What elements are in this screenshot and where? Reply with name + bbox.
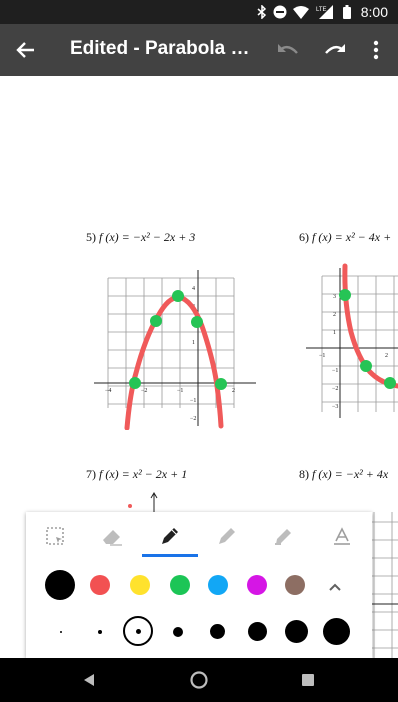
stroke-size-option[interactable] [98,630,102,634]
undo-button[interactable] [272,34,304,66]
stroke-size-option[interactable] [323,618,350,645]
text-tool[interactable] [326,520,358,552]
graph-5-xtick: −4 [105,388,111,394]
color-swatch-yellow[interactable] [130,575,150,595]
stroke-size-option[interactable] [248,622,267,641]
graph-5-ink-curve [124,294,224,430]
graph-8-partial [372,512,398,658]
stroke-size-option[interactable] [210,624,225,639]
graph-5: −4 −2 −1 2 4 3 2 1 −1 −2 [94,270,256,430]
problem-7-label: 7) f (x) = x² − 2x + 1 [86,467,188,481]
graph-5-xtick: −2 [141,388,147,394]
stroke-size-option[interactable] [285,620,308,643]
graph-6-ytick: −2 [332,386,338,392]
tool-row [26,512,372,558]
nav-back-button[interactable] [74,666,104,694]
stroke-size-option [136,629,141,634]
color-row [26,562,372,608]
redo-icon [325,44,345,54]
pen-palette [26,512,372,658]
wifi-icon [292,5,309,19]
graph-5-ytick: −2 [190,416,196,422]
pen-icon [162,528,178,544]
graph-6-ytick: 3 [333,294,336,300]
selected-tool-indicator [142,554,198,557]
color-swatch-red[interactable] [90,575,110,595]
do-not-disturb-icon [273,5,287,19]
graph-5-point [150,315,162,327]
graph-5-point [215,378,227,390]
text-icon [334,527,350,545]
graph-6-ytick: 2 [333,312,336,318]
pen-tool[interactable] [154,520,186,552]
eraser-icon [103,530,122,546]
graph-5-ytick: 1 [192,340,195,346]
more-options-button[interactable] [362,34,390,66]
problem-5-label: 5) f (x) = −x² − 2x + 3 [86,230,196,244]
graph-6-point [339,289,351,301]
select-area-tool[interactable] [39,520,71,552]
arrow-back-icon [16,42,34,58]
nav-back-icon [84,674,94,686]
graph-5-ytick: −1 [190,398,196,404]
status-time: 8:00 [360,4,388,20]
collapse-palette-button[interactable] [324,576,346,598]
battery-icon [342,5,351,19]
graph-6-xtick: 2 [385,353,388,359]
graph-7-partial [128,492,158,512]
nav-recents-icon [302,674,314,686]
back-button[interactable] [10,34,42,66]
problem-8-label: 8) f (x) = −x² + 4x [299,467,389,481]
stroke-size-selected-ring[interactable] [123,616,153,646]
graph-5-point [172,290,184,302]
status-icons: LTE 8:00 [257,0,388,24]
select-area-icon [46,527,64,545]
color-swatch-blue[interactable] [208,575,228,595]
graph-5-xtick: 2 [232,388,235,394]
chevron-up-icon [329,583,341,591]
status-bar: LTE 8:00 [0,0,398,24]
graph-5-xtick: −1 [177,388,183,394]
stroke-size-option[interactable] [173,627,183,637]
eraser-tool[interactable] [96,520,128,552]
nav-recents-button[interactable] [293,666,323,694]
redo-button[interactable] [319,34,351,66]
color-swatch-magenta[interactable] [247,575,267,595]
system-navigation-bar [0,658,398,702]
marker-tool[interactable] [211,520,243,552]
marker-icon [219,528,235,544]
graph-6-ytick: 1 [333,330,336,336]
more-vert-icon [373,40,379,60]
graph-6-point [360,360,372,372]
stroke-size-option[interactable] [60,631,62,633]
color-swatch-black[interactable] [45,570,75,600]
bluetooth-icon [257,5,266,19]
graph-6-ytick: −3 [332,404,338,410]
nav-home-icon [190,671,208,689]
color-swatch-brown[interactable] [285,575,305,595]
graph-6-xtick: −1 [319,353,325,359]
undo-icon [278,44,298,54]
highlighter-icon [275,529,291,545]
stroke-size-row [26,610,372,654]
graph-5-point [191,316,203,328]
color-swatch-green[interactable] [170,575,190,595]
document-title: Edited - Parabola Gr... [70,38,260,59]
problem-6-label: 6) f (x) = x² − 4x + [299,230,392,244]
lte-signal-icon: LTE [316,5,333,19]
network-label: LTE [316,7,327,13]
graph-6: −1 2 3 2 1 −1 −2 −3 [306,263,398,418]
graph-6-point [384,377,396,389]
graph-5-point [129,377,141,389]
app-bar: Edited - Parabola Gr... [0,24,398,76]
highlighter-tool[interactable] [268,520,300,552]
nav-home-button[interactable] [184,666,214,694]
graph-6-ytick: −1 [332,368,338,374]
graph-5-ytick: 4 [192,286,195,292]
